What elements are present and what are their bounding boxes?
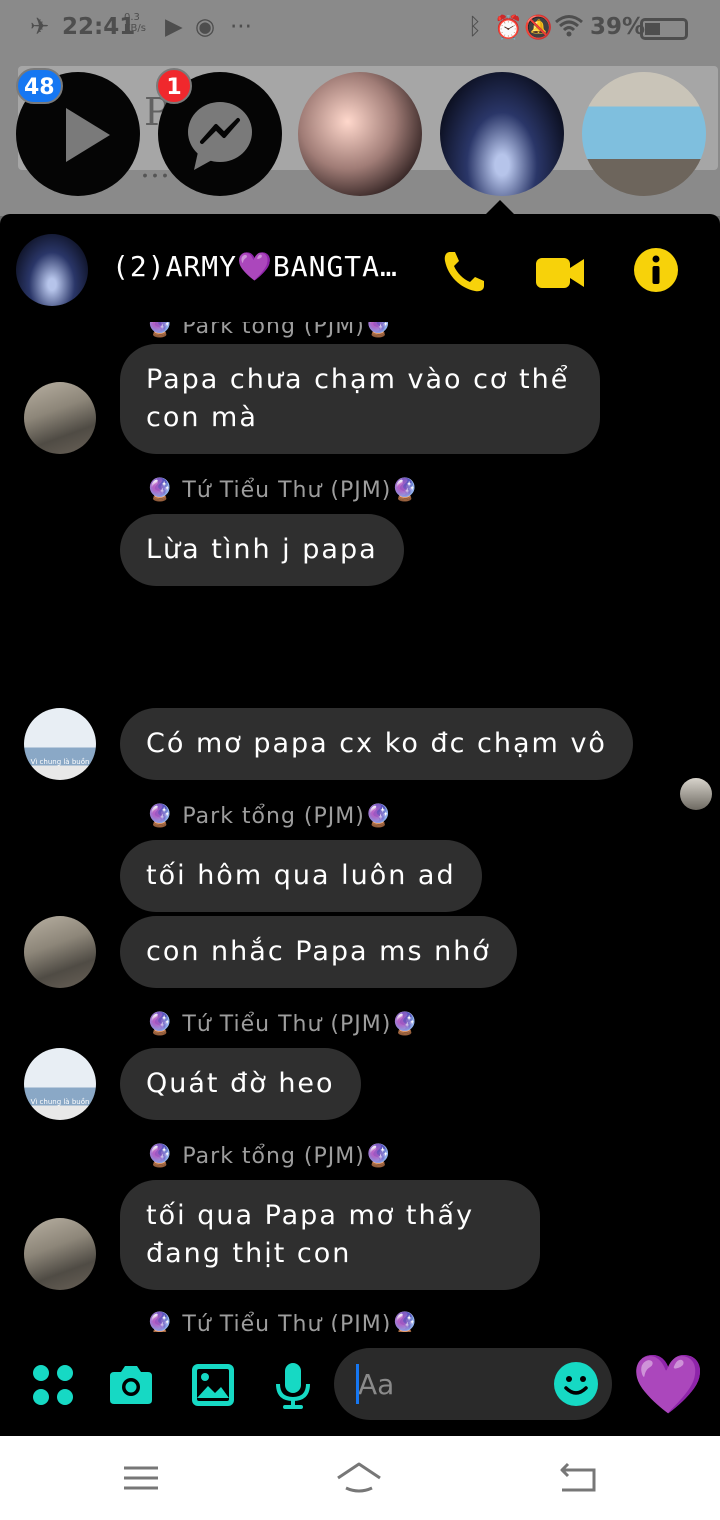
info-icon[interactable] (630, 244, 686, 300)
chat-header: (2)ARMY💜BANGTAN... (0, 214, 720, 322)
chat-head-group-active[interactable] (440, 72, 564, 196)
more-icon[interactable] (28, 1360, 78, 1410)
composer: 💜 (0, 1342, 720, 1436)
message-bubble[interactable]: tối hôm qua luôn ad (120, 840, 482, 912)
bluetooth-icon: ᛒ (468, 14, 482, 40)
wifi-icon (554, 14, 584, 44)
back-icon[interactable] (554, 1458, 604, 1498)
avatar[interactable] (24, 916, 96, 988)
sender-name: 🔮 Park tổng (PJM)🔮 (146, 1144, 394, 1169)
battery-icon (640, 18, 688, 40)
sender-name: 🔮 Tứ Tiểu Thư (PJM)🔮 (146, 1012, 420, 1037)
avatar-caption: Vì chung là buồn (30, 1098, 90, 1106)
message-bubble[interactable]: tối qua Papa mơ thấy đang thịt con (120, 1180, 540, 1290)
chat-head-group[interactable] (582, 72, 706, 196)
youtube-icon: ▶ (165, 14, 183, 40)
chat-head-badge: 48 (16, 68, 63, 104)
sender-name: 🔮 Tứ Tiểu Thư (PJM)🔮 (146, 478, 420, 503)
message-bubble[interactable]: Có mơ papa cx ko đc chạm vô (120, 708, 633, 780)
airplane-icon: ✈ (30, 14, 50, 40)
emoji-icon[interactable] (552, 1360, 600, 1408)
menu-icon[interactable] (116, 1458, 166, 1498)
chat-head-group[interactable] (298, 72, 422, 196)
avatar[interactable]: Vì chung là buồn (24, 1048, 96, 1120)
status-bar: ✈ 22:41 0.3 KB/s ▶ ◉ ··· ᛒ ⏰ 🔕 39% (0, 0, 720, 56)
seen-indicator-avatar (680, 778, 712, 810)
conversation-title[interactable]: (2)ARMY💜BANGTAN... (112, 250, 412, 283)
text-cursor (356, 1364, 359, 1404)
call-icon[interactable] (436, 244, 492, 300)
mute-icon: 🔕 (524, 15, 553, 41)
mic-icon[interactable] (268, 1360, 318, 1410)
alarm-icon: ⏰ (494, 15, 523, 41)
avatar-caption: Vì chung là buồn (30, 758, 90, 766)
avatar[interactable] (24, 382, 96, 454)
message-bubble[interactable]: Quát đờ heo (120, 1048, 361, 1120)
sender-name: 🔮 Park tổng (PJM)🔮 (146, 322, 394, 339)
chat-panel: (2)ARMY💜BANGTAN... 🔮 Park tổng (PJM)🔮 Pa… (0, 214, 720, 1436)
message-bubble[interactable]: Lừa tình j papa (120, 514, 404, 586)
app-notification-icon: ◉ (195, 14, 216, 40)
system-nav-bar (0, 1436, 720, 1520)
message-bubble[interactable]: con nhắc Papa ms nhớ (120, 916, 517, 988)
video-icon[interactable] (532, 244, 588, 300)
sender-name: 🔮 Park tổng (PJM)🔮 (146, 804, 394, 829)
avatar[interactable] (24, 1218, 96, 1290)
group-avatar[interactable] (16, 234, 88, 306)
battery-percent: 39% (590, 14, 646, 40)
gallery-icon[interactable] (188, 1360, 238, 1410)
camera-icon[interactable] (106, 1360, 156, 1410)
network-speed: 0.3 KB/s (124, 12, 146, 34)
chat-head-badge: 1 (156, 68, 192, 104)
active-head-pointer (486, 200, 514, 214)
avatar[interactable]: Vì chung là buồn (24, 708, 96, 780)
message-list[interactable]: 🔮 Park tổng (PJM)🔮 Papa chưa chạm vào cơ… (0, 322, 720, 1332)
home-icon[interactable] (334, 1458, 384, 1498)
sender-name: 🔮 Tứ Tiểu Thư (PJM)🔮 (146, 1312, 420, 1332)
more-notifications-icon: ··· (230, 14, 252, 40)
like-heart-button[interactable]: 💜 (632, 1344, 704, 1424)
message-bubble[interactable]: Papa chưa chạm vào cơ thể con mà (120, 344, 600, 454)
